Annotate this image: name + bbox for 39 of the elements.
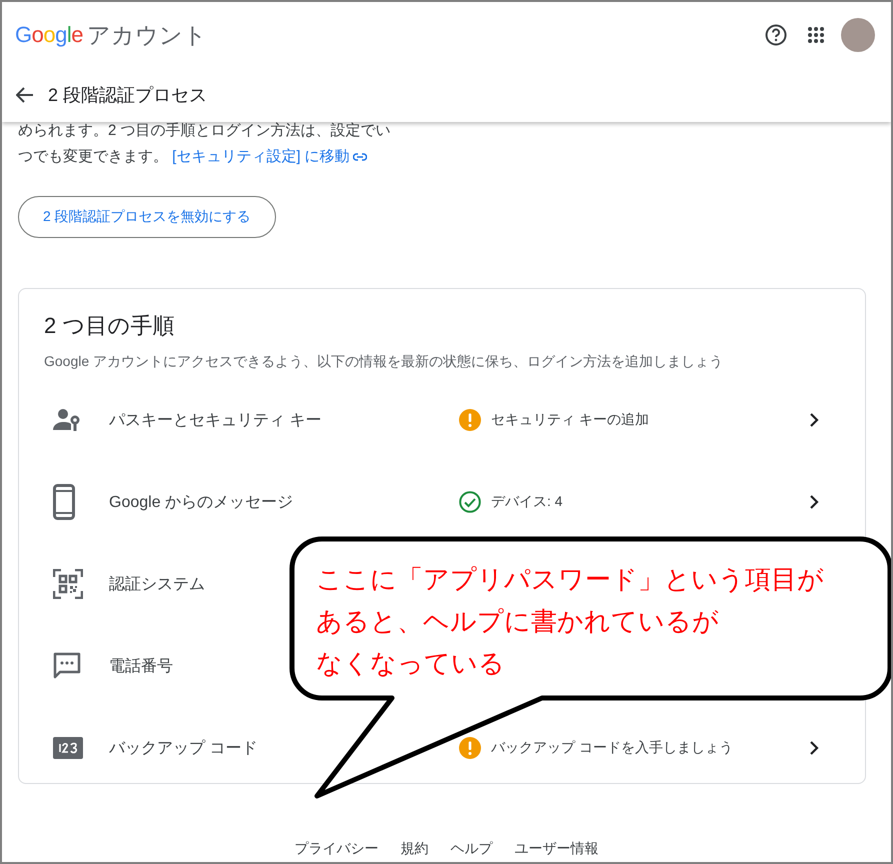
- warning-icon: [459, 737, 481, 759]
- page-title: 2 段階認証プロセス: [48, 84, 208, 107]
- chevron-right-icon[interactable]: [809, 413, 819, 427]
- google-logo[interactable]: Google: [15, 22, 84, 48]
- footer-link[interactable]: 規約: [400, 840, 428, 858]
- chevron-right-icon[interactable]: [809, 741, 819, 755]
- help-icon[interactable]: [765, 24, 787, 46]
- intro-text: つでも変更できます。: [18, 148, 168, 165]
- callout-text-line: ここに「アプリパスワード」という項目が: [316, 563, 824, 596]
- status-text: セキュリティ キーの追加: [491, 411, 649, 429]
- callout-text-line: あると、ヘルプに書かれているが: [316, 605, 719, 638]
- row-label[interactable]: Google からのメッセージ: [109, 492, 294, 512]
- callout-text-line: なくなっている: [316, 647, 505, 680]
- number-code-icon: [53, 737, 83, 759]
- status-text: バックアップ コードを入手しましょう: [491, 739, 733, 757]
- security-settings-link[interactable]: [セキュリティ設定] に移動: [172, 148, 350, 165]
- warning-icon: [459, 409, 481, 431]
- avatar-icon[interactable]: [841, 18, 875, 52]
- status-text: デバイス: 4: [491, 493, 563, 511]
- row-label[interactable]: 認証システム: [109, 574, 205, 594]
- disable-2sv-button[interactable]: 2 段階認証プロセスを無効にする: [18, 196, 276, 238]
- link-icon: [352, 153, 367, 162]
- message-icon: [53, 652, 81, 680]
- intro-text: められます。2 つ目の手順とログイン方法は、設定でい: [18, 121, 392, 141]
- check-circle-icon: [459, 491, 481, 513]
- back-arrow-icon[interactable]: [16, 87, 34, 103]
- chevron-right-icon[interactable]: [809, 495, 819, 509]
- footer-link[interactable]: ヘルプ: [450, 840, 492, 858]
- card-subtitle: Google アカウントにアクセスできるよう、以下の情報を最新の状態に保ち、ログイン方法を追加しましょう: [44, 353, 724, 371]
- apps-grid-icon[interactable]: [807, 26, 825, 44]
- row-label[interactable]: バックアップ コード: [109, 738, 258, 758]
- footer-link[interactable]: プライバシー: [294, 840, 378, 858]
- card-title: 2 つ目の手順: [44, 312, 176, 340]
- footer-link[interactable]: ユーザー情報: [514, 840, 598, 858]
- product-name: アカウント: [87, 20, 208, 50]
- row-label[interactable]: 電話番号: [109, 656, 173, 676]
- phone-icon: [53, 484, 75, 520]
- qr-code-icon: [53, 569, 83, 599]
- row-label[interactable]: パスキーとセキュリティ キー: [109, 410, 322, 430]
